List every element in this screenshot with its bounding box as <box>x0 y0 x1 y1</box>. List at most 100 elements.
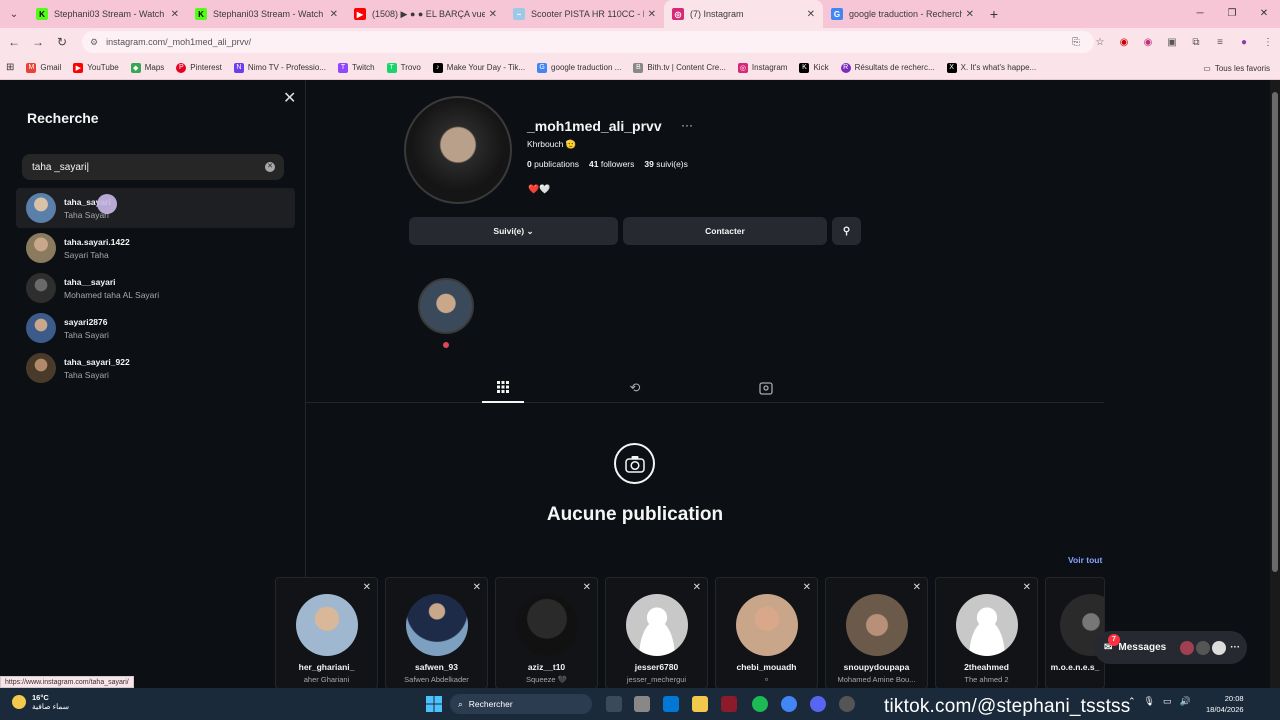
new-tab-button[interactable]: + <box>982 6 1006 22</box>
reading-list-icon[interactable]: ≡ <box>1208 37 1232 48</box>
bookmark-star-icon[interactable]: ☆ <box>1088 37 1112 48</box>
suggestion-card[interactable]: ✕ jesser6780 jesser_mechergui <box>605 577 708 689</box>
extension-icon[interactable]: ◉ <box>1136 37 1160 48</box>
bookmark-trovo[interactable]: T Trovo <box>381 62 427 73</box>
minimize-icon[interactable]: ─ <box>1184 0 1216 28</box>
weather-widget[interactable]: 16°C سماء صافية <box>12 693 69 711</box>
tab-posts[interactable] <box>482 373 524 403</box>
close-tab-icon[interactable]: ✕ <box>966 9 974 20</box>
app-icon[interactable] <box>839 696 855 712</box>
browser-tab[interactable]: KStephani03 Stream - Watch Live✕ <box>28 0 187 28</box>
browser-tab[interactable]: ~Scooter PISTA HR 110CC - Prom✕ <box>505 0 664 28</box>
dismiss-icon[interactable]: ✕ <box>693 582 701 593</box>
bookmark-results[interactable]: R Résultats de recherc... <box>835 62 941 73</box>
following-button[interactable]: Suivi(e) ⌄ <box>409 217 618 245</box>
outlook-icon[interactable] <box>663 696 679 712</box>
bookmark-nimo[interactable]: N Nimo TV - Professio... <box>228 62 332 73</box>
more-options-icon[interactable]: ··· <box>681 118 693 132</box>
extension-icon[interactable]: ▣ <box>1160 37 1184 48</box>
close-tab-icon[interactable]: ✕ <box>489 9 497 20</box>
more-icon[interactable]: ··· <box>1230 642 1240 653</box>
bookmark-instagram[interactable]: ◎ Instagram <box>732 62 794 73</box>
chrome-icon[interactable] <box>781 696 797 712</box>
see-all-link[interactable]: Voir tout <box>1068 555 1102 565</box>
discord-icon[interactable] <box>810 696 826 712</box>
all-bookmarks[interactable]: ▭ Tous les favoris <box>1203 56 1270 80</box>
tab-reposts[interactable]: ⟲ <box>614 373 656 403</box>
page-scrollbar[interactable] <box>1270 80 1280 688</box>
search-result[interactable]: taha__sayari Mohamed taha AL Sayari <box>16 268 295 308</box>
apps-grid-icon[interactable]: ⊞ <box>0 62 20 73</box>
spotify-icon[interactable] <box>752 696 768 712</box>
close-tab-icon[interactable]: ✕ <box>171 9 179 20</box>
bookmark-gmail[interactable]: M Gmail <box>20 62 67 73</box>
suggestion-card[interactable]: ✕ chebi_mouadh ⸰ <box>715 577 818 689</box>
scrollbar-thumb[interactable] <box>1272 92 1278 572</box>
menu-kebab-icon[interactable]: ⋮ <box>1256 37 1280 48</box>
file-explorer-icon[interactable] <box>692 696 708 712</box>
dismiss-icon[interactable]: ✕ <box>1023 582 1031 593</box>
tab-tagged[interactable] <box>745 373 787 403</box>
install-icon[interactable]: ⎘ <box>1064 37 1088 48</box>
volume-icon[interactable]: 🔊 <box>1180 696 1191 707</box>
dismiss-icon[interactable]: ✕ <box>363 582 371 593</box>
suggest-people-button[interactable]: ⚲ <box>832 217 861 245</box>
close-tab-icon[interactable]: ✕ <box>648 9 656 20</box>
dismiss-icon[interactable]: ✕ <box>473 582 481 593</box>
dismiss-icon[interactable]: ✕ <box>803 582 811 593</box>
dismiss-icon[interactable]: ✕ <box>583 582 591 593</box>
followers-stat[interactable]: 41 followers <box>589 159 634 169</box>
bookmark-youtube[interactable]: ▶ YouTube <box>67 62 124 73</box>
suggestion-card[interactable]: ✕ her_ghariani_ aher Ghariani <box>275 577 378 689</box>
taskbar-search[interactable]: ⌕ Rechercher <box>450 694 592 714</box>
search-result[interactable]: taha_sayari Taha Sayari <box>16 188 295 228</box>
camera-app-icon[interactable] <box>634 696 650 712</box>
bookmark-pinterest[interactable]: P Pinterest <box>170 62 228 73</box>
microphone-icon[interactable]: 🎙 <box>1144 696 1155 707</box>
story-highlight[interactable] <box>418 278 474 334</box>
browser-tab[interactable]: KStephani03 Stream - Watch Live✕ <box>187 0 346 28</box>
profile-avatar[interactable] <box>404 96 512 204</box>
close-window-icon[interactable]: ✕ <box>1248 0 1280 28</box>
bookmark-x[interactable]: X X. It's what's happe... <box>941 62 1043 73</box>
suggestion-card[interactable]: ✕ snoupydoupapa Mohamed Amine Bou... <box>825 577 928 689</box>
bookmark-google-translate[interactable]: Ggoogle traduction ... <box>531 62 627 73</box>
search-result[interactable]: taha_sayari_922 Taha Sayari <box>16 348 295 388</box>
suggestion-card[interactable]: ✕ aziz__t10 Squeeze 🖤 <box>495 577 598 689</box>
bookmark-twitch[interactable]: T Twitch <box>332 62 381 73</box>
search-result[interactable]: taha.sayari.1422 Sayari Taha <box>16 228 295 268</box>
browser-tab[interactable]: ▶ (1508) ▶ ● ● EL BARÇA vue ✕ <box>346 0 505 28</box>
bookmark-tiktok[interactable]: ♪ Make Your Day - Tik... <box>427 62 531 73</box>
messages-button[interactable]: ✉ 7 Messages ··· <box>1094 631 1247 664</box>
following-stat[interactable]: 39 suivi(e)s <box>644 159 688 169</box>
site-info-icon[interactable]: ⚙ <box>90 37 98 48</box>
bookmark-bith[interactable]: B Bith.tv | Content Cre... <box>627 62 732 73</box>
app-icon[interactable] <box>721 696 737 712</box>
close-search-icon[interactable]: ✕ <box>283 88 296 108</box>
clock[interactable]: 20:08 18/04/2026 <box>1206 693 1244 715</box>
close-tab-icon[interactable]: ✕ <box>330 9 338 20</box>
tab-search-icon[interactable]: ⌄ <box>0 0 28 28</box>
search-result[interactable]: sayari2876 Taha Sayari <box>16 308 295 348</box>
browser-tab[interactable]: Ggoogle traduction - Recherche ✕ <box>823 0 982 28</box>
search-input[interactable]: taha _sayari | ✕ <box>22 154 284 180</box>
task-view-icon[interactable] <box>606 696 622 712</box>
extensions-puzzle-icon[interactable]: ⧉ <box>1184 37 1208 48</box>
extension-icon[interactable]: ◉ <box>1112 37 1136 48</box>
bookmark-kick[interactable]: K Kick <box>793 62 834 73</box>
forward-icon[interactable]: → <box>26 35 50 49</box>
suggestion-card[interactable]: m.o.e.n.e.s_ <box>1045 577 1105 689</box>
browser-tab-active[interactable]: ◎ (7) Instagram ✕ <box>664 0 823 28</box>
reload-icon[interactable]: ↻ <box>50 35 74 49</box>
suggestion-card[interactable]: ✕ 2theahmed The ahmed 2 <box>935 577 1038 689</box>
profile-avatar-icon[interactable]: ● <box>1232 37 1256 48</box>
contact-button[interactable]: Contacter <box>623 217 827 245</box>
restore-icon[interactable]: ❐ <box>1216 0 1248 28</box>
show-hidden-icons-icon[interactable]: ⌃ <box>1128 696 1136 707</box>
url-field[interactable]: ⚙ instagram.com/_moh1med_ali_prvv/ <box>82 31 1094 53</box>
suggestion-card[interactable]: ✕ safwen_93 Safwen Abdelkader <box>385 577 488 689</box>
bookmark-maps[interactable]: ◆ Maps <box>125 62 171 73</box>
clear-search-icon[interactable]: ✕ <box>265 162 275 172</box>
back-icon[interactable]: ← <box>2 35 26 49</box>
network-icon[interactable]: ▭ <box>1163 696 1172 707</box>
